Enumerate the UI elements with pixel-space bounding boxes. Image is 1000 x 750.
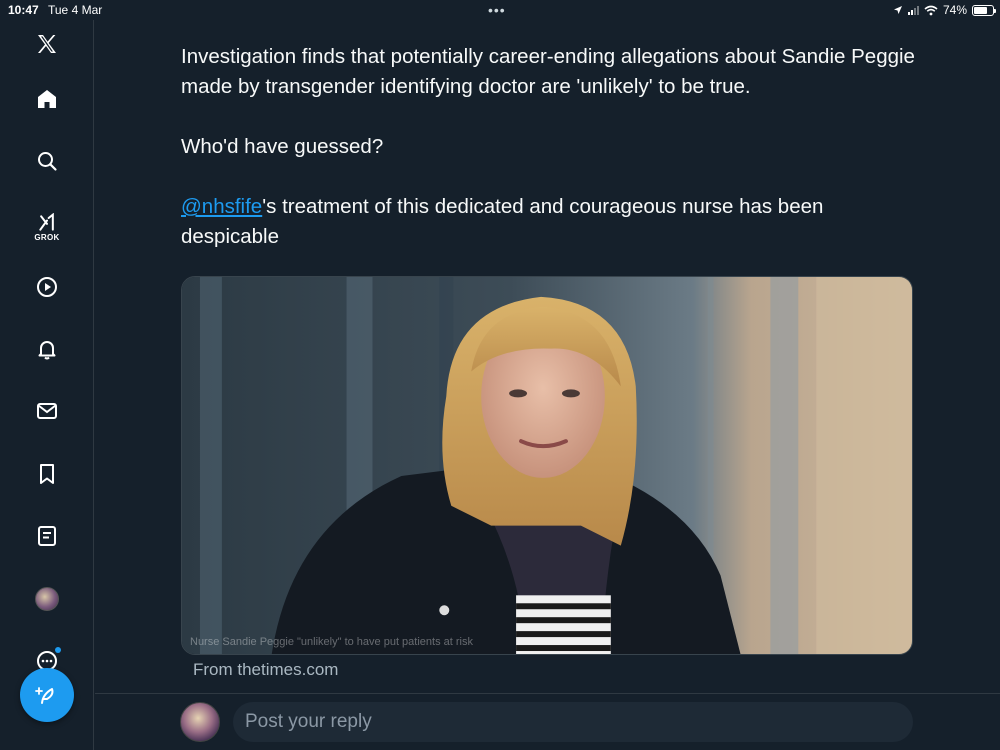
compose-button[interactable] bbox=[20, 668, 74, 722]
tweet-paragraph: Who'd have guessed? bbox=[181, 135, 384, 158]
status-bar: 10:47 Tue 4 Mar ••• 74% bbox=[0, 0, 1000, 20]
status-time: 10:47 bbox=[8, 3, 39, 17]
notification-dot bbox=[55, 647, 61, 653]
link-card-image[interactable]: Nurse Sandie Peggie "unlikely" to have p… bbox=[181, 276, 913, 655]
avatar bbox=[35, 587, 59, 611]
profile-avatar[interactable] bbox=[29, 581, 65, 617]
wifi-icon bbox=[924, 5, 938, 15]
status-date: Tue 4 Mar bbox=[48, 3, 103, 17]
grok-label: GROK bbox=[34, 232, 60, 242]
tweet-paragraph-text: 's treatment of this dedicated and coura… bbox=[181, 195, 824, 248]
media-caption: Nurse Sandie Peggie "unlikely" to have p… bbox=[190, 636, 473, 648]
messages-mail-icon[interactable] bbox=[29, 393, 65, 429]
tweet-paragraph: @nhsfife's treatment of this dedicated a… bbox=[181, 192, 921, 252]
multitasking-dots-icon[interactable]: ••• bbox=[488, 2, 506, 18]
reply-input[interactable] bbox=[233, 702, 913, 742]
x-logo-icon[interactable] bbox=[29, 26, 65, 62]
home-icon[interactable] bbox=[29, 81, 65, 117]
link-source[interactable]: From thetimes.com bbox=[193, 660, 338, 680]
notifications-bell-icon[interactable] bbox=[29, 331, 65, 367]
mention-link[interactable]: @nhsfife bbox=[181, 195, 262, 218]
status-indicators: 74% bbox=[893, 3, 996, 17]
battery-icon bbox=[972, 4, 996, 16]
tweet-detail: Investigation finds that potentially car… bbox=[95, 20, 1000, 750]
search-icon[interactable] bbox=[29, 143, 65, 179]
location-arrow-icon bbox=[893, 6, 902, 14]
video-play-icon[interactable] bbox=[29, 269, 65, 305]
avatar bbox=[180, 702, 220, 742]
sidebar-nav: GROK bbox=[0, 20, 94, 750]
article-photo bbox=[182, 277, 912, 654]
tweet-paragraph: Investigation finds that potentially car… bbox=[181, 45, 915, 98]
reply-bar bbox=[95, 693, 1000, 750]
cellular-signal-icon bbox=[907, 5, 919, 15]
tweet-body: Investigation finds that potentially car… bbox=[181, 42, 921, 282]
battery-percentage: 74% bbox=[942, 3, 967, 17]
lists-icon[interactable] bbox=[29, 518, 65, 554]
compose-feather-icon bbox=[35, 687, 54, 704]
bookmark-icon[interactable] bbox=[29, 456, 65, 492]
grok-icon[interactable]: GROK bbox=[29, 205, 65, 249]
